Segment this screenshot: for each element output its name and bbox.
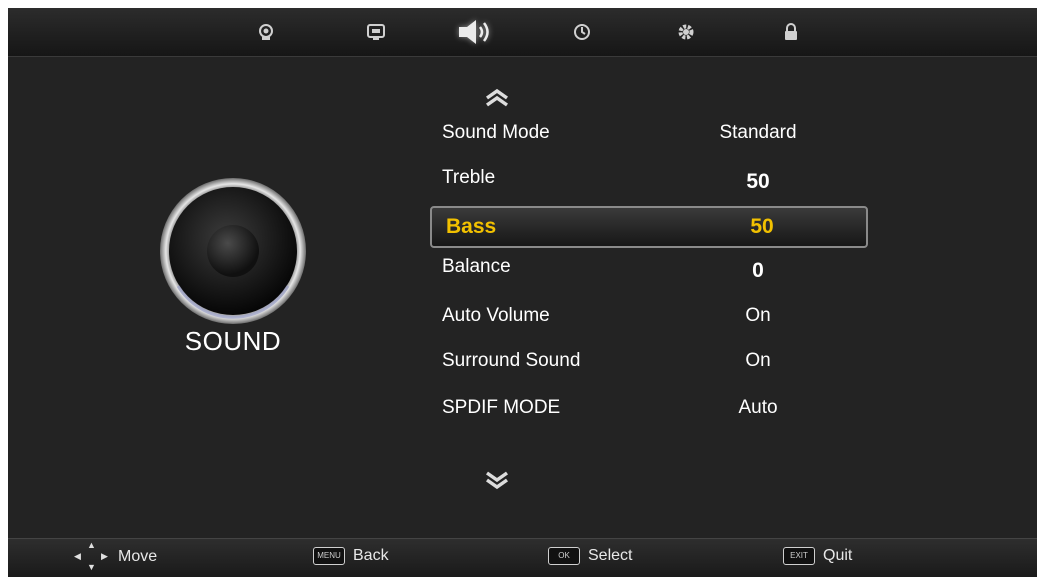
ok-key-icon: OK bbox=[548, 547, 580, 565]
speaker-volume-icon bbox=[459, 20, 489, 44]
menu-item-label: Sound Mode bbox=[442, 122, 550, 143]
tab-lock[interactable] bbox=[773, 14, 809, 50]
tab-channel[interactable] bbox=[358, 14, 394, 50]
tab-sound[interactable] bbox=[453, 14, 499, 50]
menu-item-label: Balance bbox=[442, 256, 511, 277]
section-title: SOUND bbox=[184, 326, 282, 356]
hint-back-label: Back bbox=[353, 547, 389, 564]
menu-item-surround-sound[interactable]: Surround Sound On bbox=[426, 342, 876, 382]
menu-item-value: 50 bbox=[750, 215, 774, 238]
tab-setup[interactable] bbox=[668, 14, 704, 50]
menu-key-icon: MENU bbox=[313, 547, 345, 565]
menu-item-value: 50 bbox=[746, 170, 770, 193]
tab-picture[interactable] bbox=[248, 14, 284, 50]
exit-key-icon: EXIT bbox=[783, 547, 815, 565]
clock-icon bbox=[574, 24, 590, 40]
picture-icon bbox=[259, 24, 273, 40]
hint-quit: EXIT Quit bbox=[783, 547, 852, 565]
key-hint-bar: ▲ ▼ ◀ ▶ Move MENU Back OK Select EXIT Qu… bbox=[8, 538, 1037, 577]
menu-item-auto-volume[interactable]: Auto Volume On bbox=[426, 297, 876, 337]
speaker-cone-icon bbox=[160, 178, 306, 324]
menu-item-sound-mode[interactable]: Sound Mode Standard bbox=[426, 114, 876, 154]
channel-icon bbox=[367, 24, 385, 40]
menu-item-label: Surround Sound bbox=[442, 350, 581, 371]
menu-item-label: Bass bbox=[446, 215, 497, 238]
menu-item-label: SPDIF MODE bbox=[442, 397, 561, 418]
menu-item-value: Auto bbox=[738, 397, 778, 418]
lock-icon bbox=[785, 23, 797, 40]
dpad-icon: ▲ ▼ ◀ ▶ bbox=[74, 540, 108, 572]
double-chevron-up-icon[interactable] bbox=[484, 88, 510, 114]
menu-item-spdif-mode[interactable]: SPDIF MODE Auto bbox=[426, 389, 876, 429]
hint-select: OK Select bbox=[548, 547, 632, 565]
menu-item-value: 0 bbox=[752, 259, 764, 282]
hint-move: ▲ ▼ ◀ ▶ Move bbox=[72, 540, 158, 572]
menu-item-bass[interactable]: Bass 50 bbox=[430, 206, 868, 248]
double-chevron-down-icon[interactable] bbox=[484, 470, 510, 496]
menu-item-balance[interactable]: Balance 0 bbox=[426, 252, 876, 292]
menu-item-value: On bbox=[745, 305, 771, 326]
menu-item-label: Auto Volume bbox=[442, 305, 550, 326]
menu-item-treble[interactable]: Treble 50 bbox=[426, 163, 876, 203]
menu-tab-bar bbox=[8, 8, 1037, 57]
menu-item-value: On bbox=[745, 350, 771, 371]
tv-menu-screen: SOUND Sound Mode Standard Treble 50 Bass… bbox=[8, 8, 1037, 577]
hint-quit-label: Quit bbox=[823, 547, 853, 564]
menu-item-label: Treble bbox=[442, 167, 496, 188]
gear-icon bbox=[678, 24, 694, 40]
menu-item-value: Standard bbox=[719, 122, 797, 143]
hint-back: MENU Back bbox=[313, 547, 389, 565]
hint-move-label: Move bbox=[118, 548, 158, 565]
tab-time[interactable] bbox=[564, 14, 600, 50]
hint-select-label: Select bbox=[588, 547, 633, 564]
